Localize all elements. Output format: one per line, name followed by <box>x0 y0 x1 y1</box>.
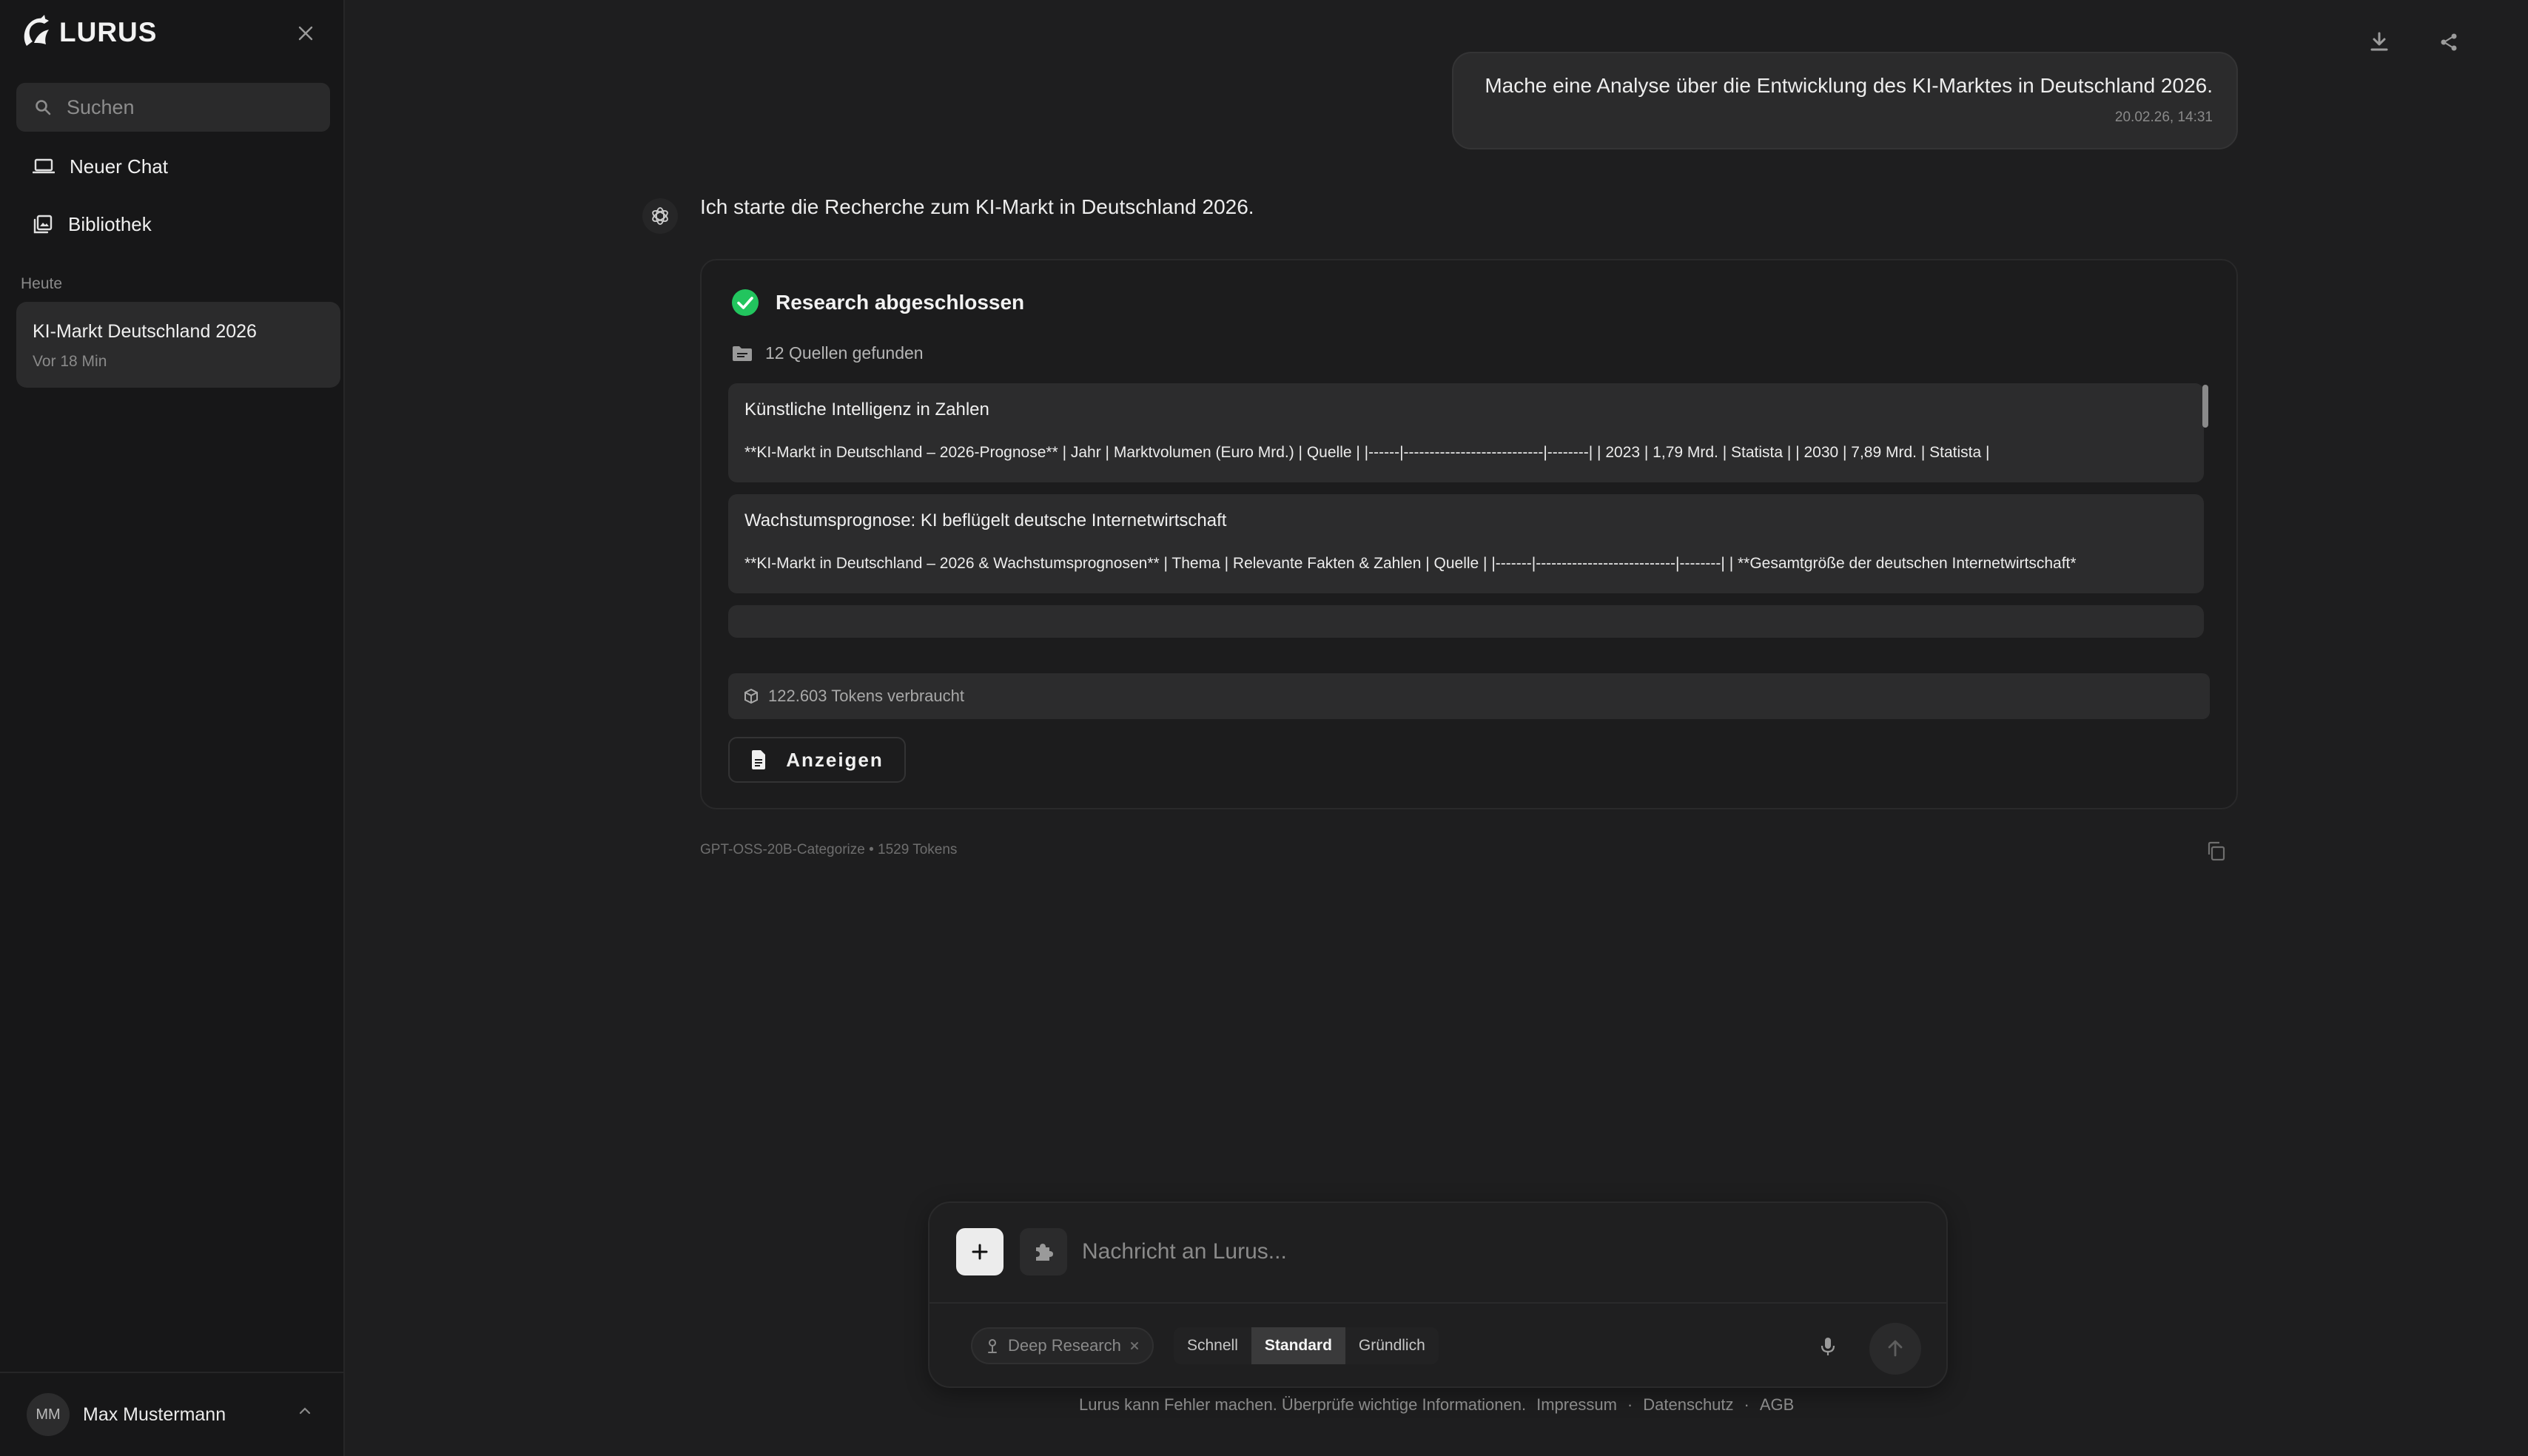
chevron-up-icon <box>299 1407 311 1415</box>
download-button[interactable] <box>2355 18 2404 67</box>
source-item[interactable]: Künstliche Intelligenz in Zahlen **KI-Ma… <box>728 383 2204 482</box>
user-message: Mache eine Analyse über die Entwicklung … <box>1452 52 2238 149</box>
deep-research-icon <box>988 1339 997 1353</box>
assistant-avatar <box>642 198 678 234</box>
sidebar: LURUS Neuer Chat Bibliothek Heute KI-Mar… <box>0 0 345 1456</box>
add-attachment-button[interactable] <box>956 1228 1004 1275</box>
assistant-message-text: Ich starte die Recherche zum KI-Markt in… <box>700 195 1254 218</box>
cube-icon <box>744 688 758 704</box>
message-composer: Deep Research Schnell Standard Gründlich <box>928 1201 1948 1388</box>
source-snippet: **KI-Markt in Deutschland – 2026-Prognos… <box>744 444 1990 461</box>
plus-icon <box>972 1244 988 1260</box>
lurus-logo-icon <box>24 15 49 46</box>
logo[interactable]: LURUS <box>19 13 157 52</box>
close-sidebar-button[interactable] <box>293 21 318 46</box>
share-icon <box>2441 33 2457 51</box>
section-label-today: Heute <box>21 275 63 292</box>
footer: Lurus kann Fehler machen. Überprüfe wich… <box>1079 1395 1794 1415</box>
folder-icon <box>733 346 752 361</box>
mode-selector: Schnell Standard Gründlich <box>1174 1327 1439 1364</box>
share-button[interactable] <box>2424 18 2473 67</box>
microphone-icon <box>1821 1338 1835 1355</box>
disclaimer-text: Lurus kann Fehler machen. Überprüfe wich… <box>1079 1395 1527 1414</box>
logo-text: LURUS <box>59 17 158 47</box>
footer-separator: · <box>1744 1395 1749 1414</box>
message-meta: GPT-OSS-20B-Categorize • 1529 Tokens <box>700 842 958 857</box>
deep-research-label: Deep Research <box>1008 1336 1121 1355</box>
remove-chip-icon[interactable] <box>1130 1341 1139 1350</box>
puzzle-icon <box>1036 1244 1053 1261</box>
chat-time: Vor 18 Min <box>33 353 107 370</box>
chat-history-item[interactable]: KI-Markt Deutschland 2026 Vor 18 Min <box>16 302 340 388</box>
sources-count: 12 Quellen gefunden <box>731 343 924 363</box>
search-icon <box>36 100 51 115</box>
library-icon <box>33 215 53 234</box>
mode-fast[interactable]: Schnell <box>1174 1327 1251 1364</box>
source-item[interactable]: Wachstumsprognose: KI beflügelt deutsche… <box>728 494 2204 593</box>
search-box[interactable] <box>16 83 330 132</box>
library-label: Bibliothek <box>68 212 152 235</box>
privacy-link[interactable]: Datenschutz <box>1643 1395 1733 1415</box>
download-icon <box>2370 32 2388 51</box>
source-snippet: **KI-Markt in Deutschland – 2026 & Wachs… <box>744 555 2077 572</box>
composer-divider <box>929 1302 1946 1304</box>
tokens-usage-label: 122.603 Tokens verbraucht <box>768 687 964 705</box>
sources-count-label: 12 Quellen gefunden <box>765 343 924 363</box>
copy-button[interactable] <box>2205 840 2228 863</box>
user-message-time: 20.02.26, 14:31 <box>2114 109 2213 125</box>
show-report-button[interactable]: Anzeigen <box>728 737 906 783</box>
terms-link[interactable]: AGB <box>1760 1395 1794 1415</box>
avatar: MM <box>27 1393 70 1436</box>
user-message-text: Mache eine Analyse über die Entwicklung … <box>1485 74 2213 97</box>
tokens-usage: 122.603 Tokens verbraucht <box>728 673 2210 719</box>
message-input[interactable] <box>1082 1228 1896 1275</box>
sources-list[interactable]: Künstliche Intelligenz in Zahlen **KI-Ma… <box>728 383 2207 653</box>
check-circle-icon <box>732 289 759 316</box>
assistant-logo-icon <box>652 207 668 225</box>
new-chat-label: Neuer Chat <box>70 155 168 178</box>
close-icon <box>298 26 313 41</box>
mode-thorough[interactable]: Gründlich <box>1345 1327 1439 1364</box>
user-menu[interactable]: MM Max Mustermann <box>0 1372 345 1456</box>
show-report-label: Anzeigen <box>786 748 884 771</box>
research-card: Research abgeschlossen 12 Quellen gefund… <box>700 259 2238 809</box>
library-button[interactable]: Bibliothek <box>16 200 330 249</box>
source-title: Künstliche Intelligenz in Zahlen <box>744 400 989 419</box>
mode-standard[interactable]: Standard <box>1251 1327 1345 1364</box>
new-chat-button[interactable]: Neuer Chat <box>16 142 330 191</box>
copy-icon <box>2208 841 2225 861</box>
research-status: Research abgeschlossen <box>731 289 1024 317</box>
document-icon <box>752 750 766 769</box>
plugins-button[interactable] <box>1020 1228 1067 1275</box>
deep-research-chip[interactable]: Deep Research <box>971 1327 1154 1364</box>
user-name: Max Mustermann <box>83 1403 226 1425</box>
research-status-label: Research abgeschlossen <box>776 291 1025 314</box>
source-item[interactable] <box>728 605 2204 638</box>
source-title: Wachstumsprognose: KI beflügelt deutsche… <box>744 510 1227 530</box>
voice-input-button[interactable] <box>1813 1330 1843 1363</box>
sources-scrollbar[interactable] <box>2202 385 2208 428</box>
arrow-up-icon <box>1888 1340 1903 1357</box>
laptop-icon <box>33 158 55 174</box>
footer-separator: · <box>1627 1395 1633 1414</box>
search-input[interactable] <box>67 95 303 119</box>
impressum-link[interactable]: Impressum <box>1536 1395 1617 1415</box>
send-button[interactable] <box>1869 1323 1921 1375</box>
chat-title: KI-Markt Deutschland 2026 <box>33 321 257 342</box>
